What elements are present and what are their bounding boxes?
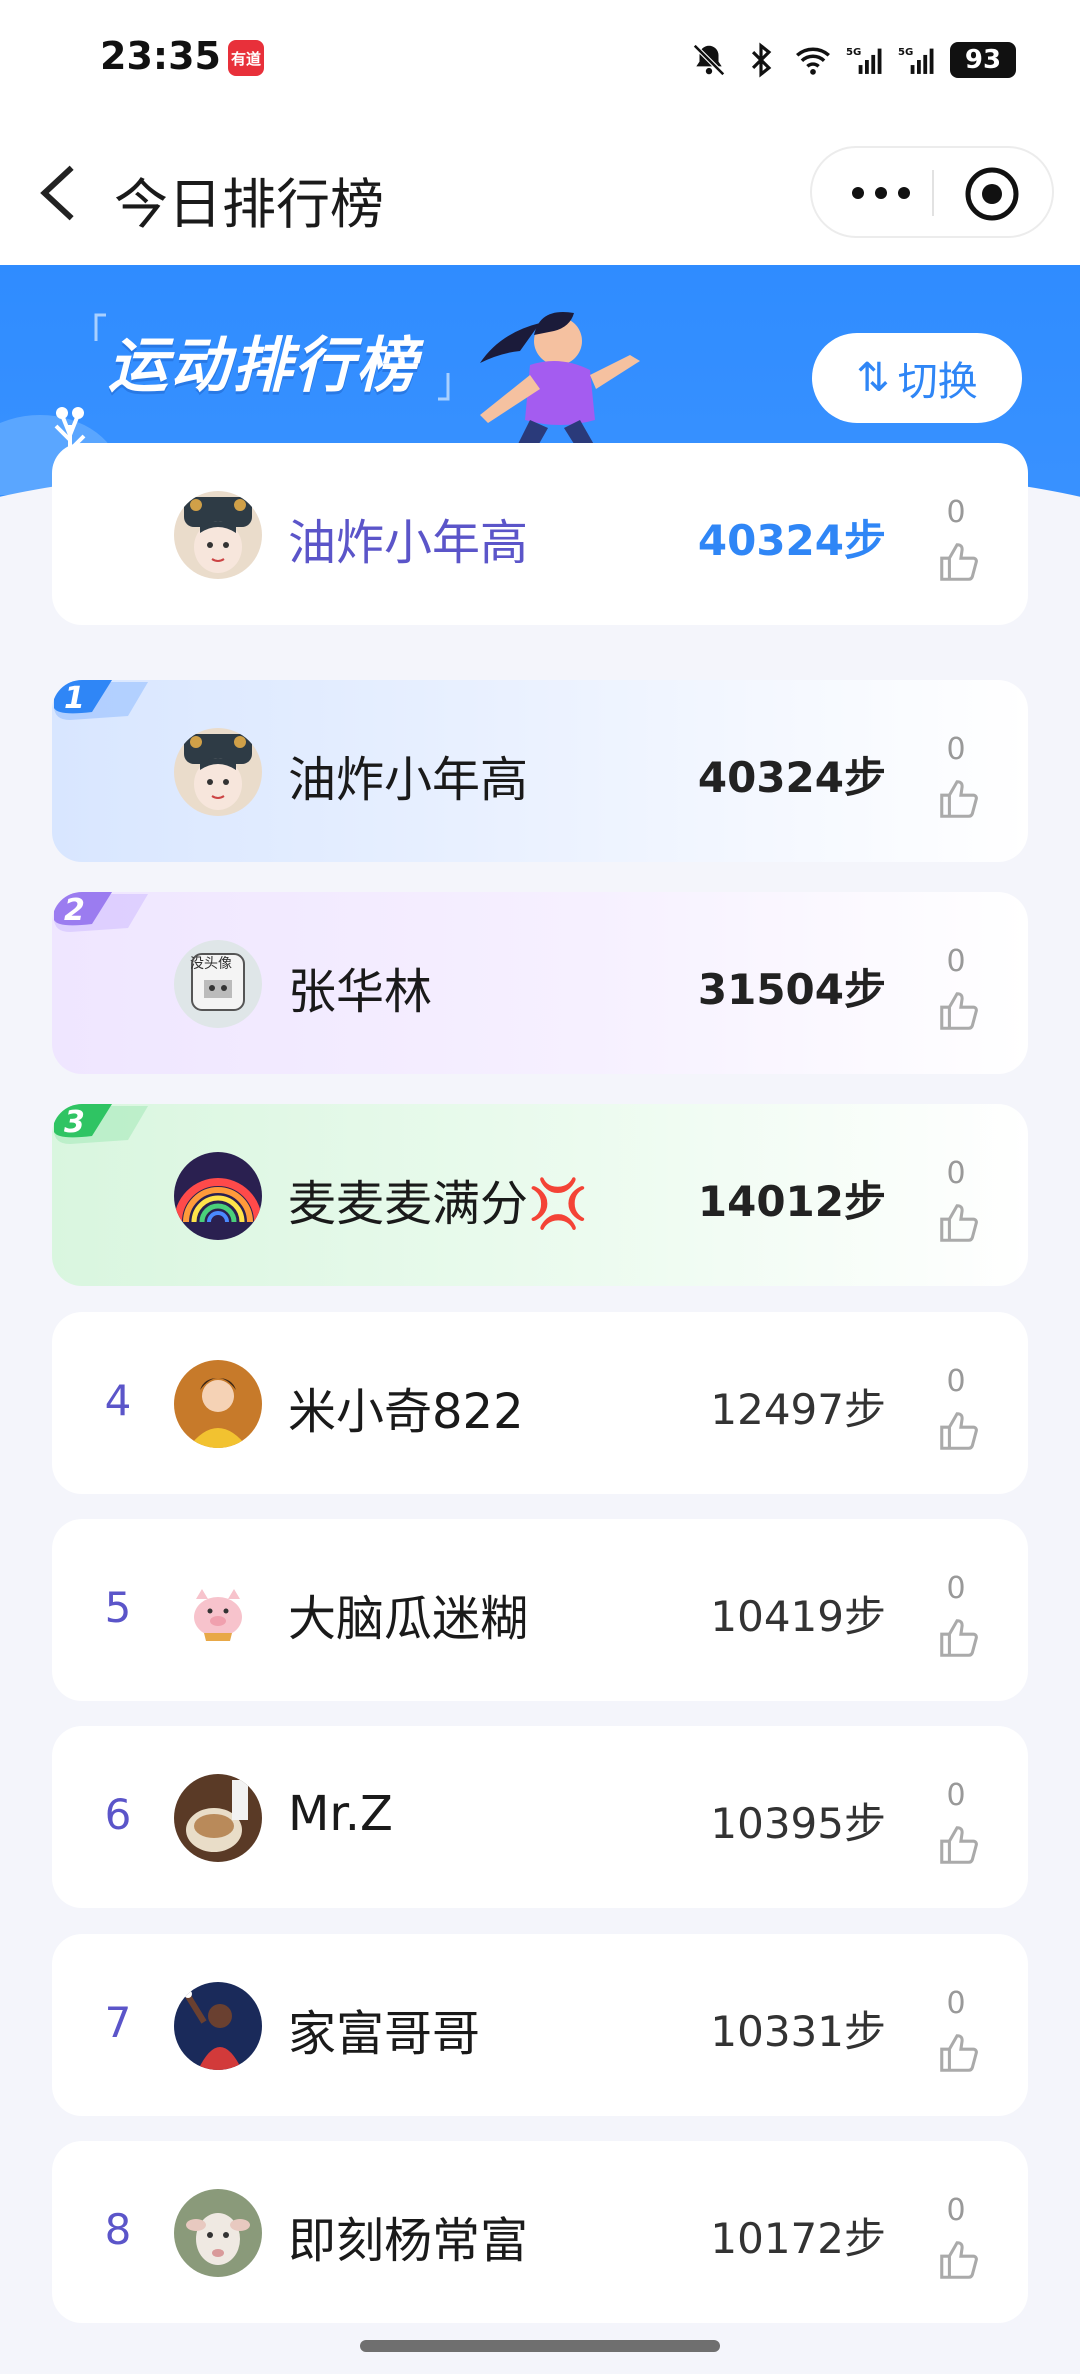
thumbs-up-icon[interactable]	[936, 988, 982, 1034]
rank-number: 4	[104, 1376, 132, 1425]
step-count: 14012步	[697, 1177, 886, 1226]
like-count: 0	[946, 1986, 966, 2021]
close-target-icon[interactable]	[962, 164, 1022, 224]
user-name: Mr.Z	[288, 1786, 393, 1842]
thumbs-up-icon[interactable]	[936, 2237, 982, 2283]
avatar	[174, 2189, 262, 2277]
rank-badge-number: 2	[64, 893, 85, 928]
back-icon[interactable]	[32, 160, 88, 226]
rank-number: 7	[104, 1998, 132, 2047]
rank-number: 8	[104, 2205, 132, 2254]
5g-signal-icon: 5G	[846, 47, 882, 74]
switch-label: 切换	[897, 359, 978, 405]
thumbs-up-icon[interactable]	[936, 1615, 982, 1661]
mini-program-capsule	[810, 146, 1054, 238]
capsule-divider	[932, 170, 934, 216]
avatar	[174, 1360, 262, 1448]
banner-title: 运动排行榜	[108, 331, 418, 401]
user-name: 大脑瓜迷糊	[288, 1591, 529, 1647]
rank-row[interactable]: 3 麦麦麦满分💢 14012步 0	[52, 1104, 1028, 1286]
rank-badge-number: 1	[64, 681, 85, 716]
my-steps: 40324步	[697, 516, 886, 565]
rank-number: 6	[104, 1790, 132, 1839]
user-name: 家富哥哥	[288, 2006, 481, 2062]
thumbs-up-icon[interactable]	[936, 2030, 982, 2076]
battery-indicator: 93	[950, 42, 1016, 78]
bluetooth-icon	[751, 42, 772, 78]
thumbs-up-icon[interactable]	[936, 1822, 982, 1868]
rank-badge-second-icon: 2	[54, 892, 148, 932]
like-count: 0	[946, 2193, 966, 2228]
like-count: 0	[946, 1364, 966, 1399]
leaderboard-page: 23:35 有道 5G 5G 93 今日排行榜 运动排行榜 ⇅ 切换 油炸小年高…	[0, 0, 1080, 2374]
step-count: 10419步	[710, 1592, 886, 1641]
avatar	[174, 1152, 262, 1240]
avatar	[174, 491, 262, 579]
rank-badge-third-icon: 3	[54, 1104, 148, 1144]
home-indicator[interactable]	[360, 2340, 720, 2352]
step-count: 31504步	[697, 965, 886, 1014]
status-icons: 5G 5G 93	[690, 38, 1016, 82]
thumbs-up-icon[interactable]	[936, 1200, 982, 1246]
user-name: 油炸小年高	[288, 752, 529, 808]
thumbs-up-icon[interactable]	[936, 776, 982, 822]
svg-text:没头像: 没头像	[190, 956, 232, 972]
app-notification-icon: 有道	[228, 40, 264, 76]
rank-badge-first-icon: 1	[54, 680, 148, 720]
user-name: 张华林	[288, 964, 433, 1020]
switch-button[interactable]: ⇅ 切换	[812, 333, 1022, 423]
like-count: 0	[946, 1778, 966, 1813]
avatar	[174, 1774, 262, 1862]
avatar	[174, 1982, 262, 2070]
avatar	[174, 1567, 262, 1655]
user-name: 即刻杨常富	[288, 2213, 529, 2269]
like-count: 0	[946, 732, 966, 767]
more-icon[interactable]	[846, 170, 916, 216]
step-count: 12497步	[710, 1385, 886, 1434]
avatar	[174, 728, 262, 816]
user-name: 米小奇822	[288, 1384, 524, 1440]
rank-row[interactable]: 8 即刻杨常富 10172步 0	[52, 2141, 1028, 2323]
like-count: 0	[946, 944, 966, 979]
like-count: 0	[946, 1571, 966, 1606]
step-count: 10172步	[710, 2214, 886, 2263]
mute-bell-icon	[693, 44, 725, 76]
wifi-icon	[796, 47, 830, 75]
svg-text:5G: 5G	[898, 47, 913, 58]
rank-row[interactable]: 2 没头像 张华林 31504步 0	[52, 892, 1028, 1074]
rank-row[interactable]: 5 大脑瓜迷糊 10419步 0	[52, 1519, 1028, 1701]
rank-row[interactable]: 1 油炸小年高 40324步 0	[52, 680, 1028, 862]
rank-row[interactable]: 7 家富哥哥 10331步 0	[52, 1934, 1028, 2116]
like-count: 0	[946, 495, 966, 530]
svg-text:5G: 5G	[846, 47, 861, 58]
step-count: 10395步	[710, 1799, 886, 1848]
thumbs-up-icon[interactable]	[936, 1408, 982, 1454]
rank-row[interactable]: 6 Mr.Z 10395步 0	[52, 1726, 1028, 1908]
rank-row[interactable]: 4 米小奇822 12497步 0	[52, 1312, 1028, 1494]
rank-number: 5	[104, 1583, 132, 1632]
5g-signal-icon: 5G	[898, 47, 934, 74]
my-name: 油炸小年高	[288, 515, 529, 571]
step-count: 10331步	[710, 2007, 886, 2056]
my-rank-card[interactable]: 油炸小年高 40324步 0	[52, 443, 1028, 625]
switch-arrows-icon: ⇅	[856, 355, 890, 401]
thumbs-up-icon[interactable]	[936, 539, 982, 585]
avatar: 没头像	[174, 940, 262, 1028]
status-bar: 23:35 有道 5G 5G 93	[0, 0, 1080, 120]
page-title: 今日排行榜	[114, 173, 384, 236]
like-count: 0	[946, 1156, 966, 1191]
nav-bar: 今日排行榜	[0, 120, 1080, 265]
step-count: 40324步	[697, 753, 886, 802]
rank-badge-number: 3	[64, 1105, 85, 1140]
status-time: 23:35	[100, 34, 221, 78]
user-name: 麦麦麦满分💢	[288, 1176, 588, 1232]
